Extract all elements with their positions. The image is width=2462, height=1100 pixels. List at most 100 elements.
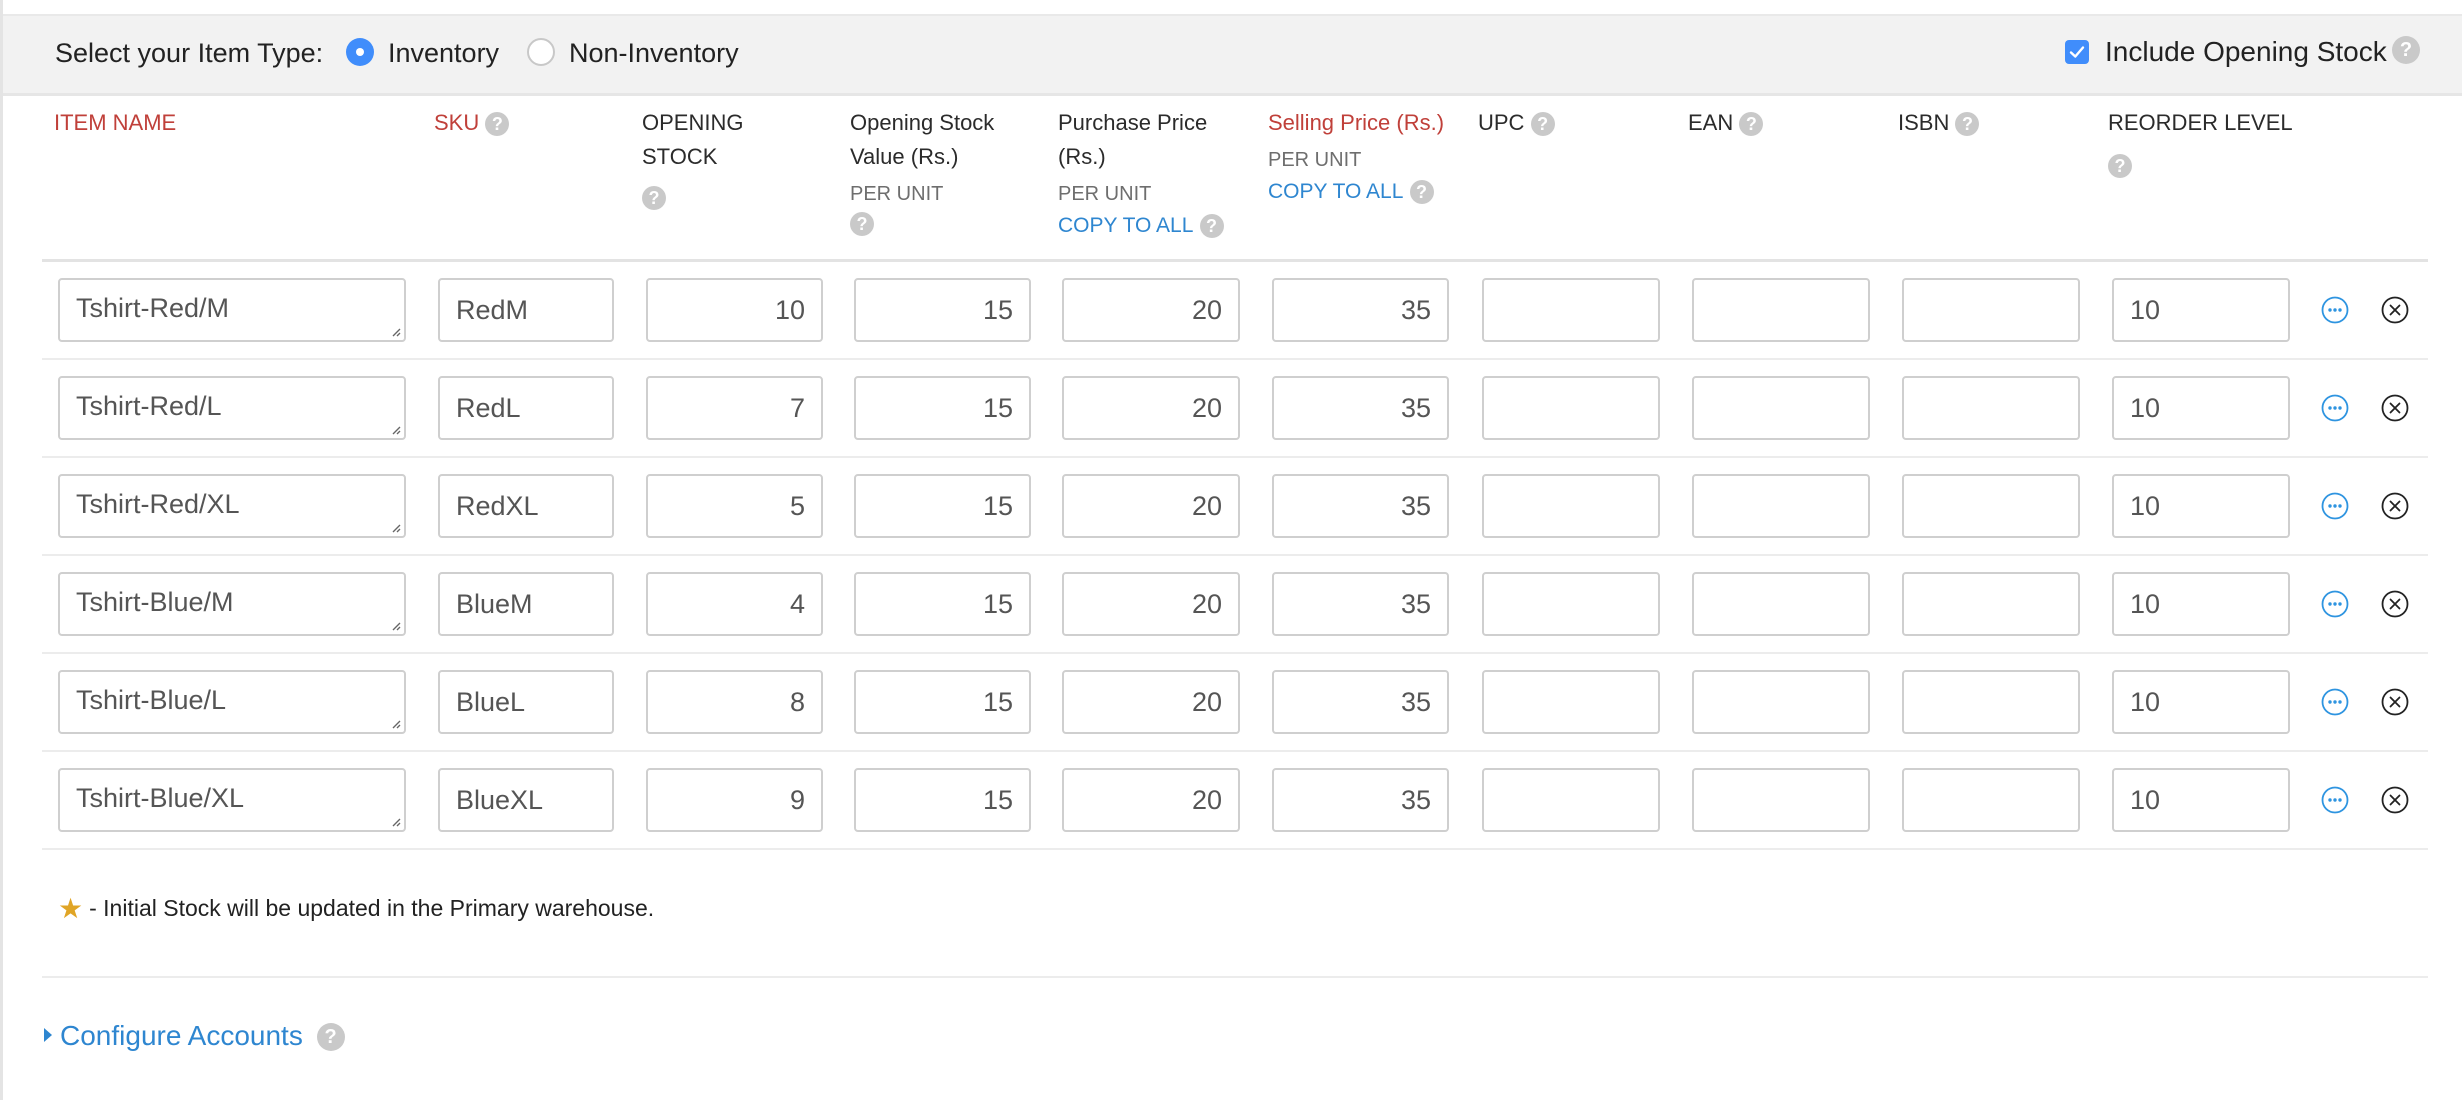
opening-stock-value-input[interactable]: 15: [854, 376, 1031, 440]
help-icon[interactable]: ?: [1409, 180, 1434, 205]
more-options-icon[interactable]: [2321, 688, 2349, 716]
help-icon[interactable]: ?: [2108, 154, 2132, 179]
selling-price-input[interactable]: 35: [1272, 278, 1449, 342]
sku-input[interactable]: BlueXL: [438, 768, 614, 832]
help-icon[interactable]: ?: [1739, 112, 1764, 137]
opening-stock-value-input[interactable]: 15: [854, 474, 1031, 538]
more-options-icon[interactable]: [2321, 492, 2349, 520]
opening-stock-value-input[interactable]: 15: [854, 572, 1031, 636]
purchase-price-input[interactable]: 20: [1062, 278, 1240, 342]
upc-input[interactable]: [1482, 572, 1660, 636]
include-opening-stock-label[interactable]: Include Opening Stock: [2105, 36, 2387, 68]
isbn-input[interactable]: [1902, 768, 2080, 832]
sku-input[interactable]: BlueL: [438, 670, 614, 734]
radio-non-inventory[interactable]: [527, 38, 555, 66]
remove-row-icon[interactable]: [2381, 688, 2409, 716]
radio-inventory-label[interactable]: Inventory: [388, 38, 499, 69]
reorder-level-input[interactable]: 10: [2112, 376, 2290, 440]
reorder-level-input[interactable]: 10: [2112, 768, 2290, 832]
item-name-input[interactable]: Tshirt-Blue/M: [58, 572, 406, 636]
opening-stock-input[interactable]: 4: [646, 572, 823, 636]
ean-input[interactable]: [1692, 376, 1870, 440]
help-icon[interactable]: ?: [1530, 112, 1555, 137]
more-options-icon[interactable]: [2321, 786, 2349, 814]
upc-input[interactable]: [1482, 768, 1660, 832]
ean-input[interactable]: [1692, 572, 1870, 636]
column-header-label: OPENING: [642, 110, 744, 135]
sku-input[interactable]: BlueM: [438, 572, 614, 636]
opening-stock-input[interactable]: 8: [646, 670, 823, 734]
reorder-level-input[interactable]: 10: [2112, 474, 2290, 538]
help-icon[interactable]: ?: [1955, 112, 1980, 137]
remove-row-icon[interactable]: [2381, 590, 2409, 618]
item-name-input[interactable]: Tshirt-Red/M: [58, 278, 406, 342]
ean-input[interactable]: [1692, 670, 1870, 734]
resize-handle-icon[interactable]: [389, 815, 401, 827]
opening-stock-value-input[interactable]: 15: [854, 278, 1031, 342]
sku-input[interactable]: RedXL: [438, 474, 614, 538]
help-icon[interactable]: ?: [642, 186, 666, 211]
help-icon[interactable]: ?: [316, 1023, 345, 1051]
more-options-icon[interactable]: [2321, 590, 2349, 618]
isbn-input[interactable]: [1902, 278, 2080, 342]
purchase-price-input[interactable]: 20: [1062, 474, 1240, 538]
upc-input[interactable]: [1482, 376, 1660, 440]
include-opening-stock-checkbox[interactable]: [2065, 40, 2089, 64]
upc-input[interactable]: [1482, 278, 1660, 342]
resize-handle-icon[interactable]: [389, 521, 401, 533]
radio-non-inventory-label[interactable]: Non-Inventory: [569, 38, 739, 69]
item-name-input[interactable]: Tshirt-Blue/XL: [58, 768, 406, 832]
configure-accounts-toggle[interactable]: Configure Accounts ?: [44, 1020, 345, 1052]
resize-handle-icon[interactable]: [389, 619, 401, 631]
help-icon[interactable]: ?: [2392, 36, 2420, 64]
reorder-level-input[interactable]: 10: [2112, 670, 2290, 734]
ean-input[interactable]: [1692, 768, 1870, 832]
purchase-price-input[interactable]: 20: [1062, 768, 1240, 832]
opening-stock-value-input[interactable]: 15: [854, 768, 1031, 832]
more-options-icon[interactable]: [2321, 394, 2349, 422]
purchase-price-input[interactable]: 20: [1062, 572, 1240, 636]
opening-stock-input[interactable]: 10: [646, 278, 823, 342]
ean-input[interactable]: [1692, 474, 1870, 538]
reorder-level-input[interactable]: 10: [2112, 278, 2290, 342]
selling-price-input[interactable]: 35: [1272, 474, 1449, 538]
resize-handle-icon[interactable]: [389, 423, 401, 435]
selling-price-input[interactable]: 35: [1272, 670, 1449, 734]
ean-input[interactable]: [1692, 278, 1870, 342]
purchase-price-input[interactable]: 20: [1062, 670, 1240, 734]
upc-input[interactable]: [1482, 474, 1660, 538]
remove-row-icon[interactable]: [2381, 492, 2409, 520]
selling-price-input[interactable]: 35: [1272, 768, 1449, 832]
sku-input[interactable]: RedL: [438, 376, 614, 440]
copy-to-all-purchase-link[interactable]: COPY TO ALL: [1058, 214, 1193, 237]
item-name-input[interactable]: Tshirt-Blue/L: [58, 670, 406, 734]
item-name-input[interactable]: Tshirt-Red/XL: [58, 474, 406, 538]
resize-handle-icon[interactable]: [389, 717, 401, 729]
reorder-level-input[interactable]: 10: [2112, 572, 2290, 636]
isbn-input[interactable]: [1902, 376, 2080, 440]
remove-row-icon[interactable]: [2381, 394, 2409, 422]
configure-accounts-label[interactable]: Configure Accounts: [60, 1020, 303, 1051]
radio-inventory[interactable]: [346, 38, 374, 66]
opening-stock-input[interactable]: 5: [646, 474, 823, 538]
help-icon[interactable]: ?: [850, 212, 874, 237]
isbn-input[interactable]: [1902, 474, 2080, 538]
opening-stock-input[interactable]: 9: [646, 768, 823, 832]
resize-handle-icon[interactable]: [389, 325, 401, 337]
isbn-input[interactable]: [1902, 670, 2080, 734]
isbn-input[interactable]: [1902, 572, 2080, 636]
more-options-icon[interactable]: [2321, 296, 2349, 324]
opening-stock-input[interactable]: 7: [646, 376, 823, 440]
copy-to-all-selling-link[interactable]: COPY TO ALL: [1268, 180, 1403, 203]
selling-price-input[interactable]: 35: [1272, 572, 1449, 636]
remove-row-icon[interactable]: [2381, 296, 2409, 324]
sku-input[interactable]: RedM: [438, 278, 614, 342]
help-icon[interactable]: ?: [485, 112, 510, 137]
item-name-input[interactable]: Tshirt-Red/L: [58, 376, 406, 440]
selling-price-input[interactable]: 35: [1272, 376, 1449, 440]
remove-row-icon[interactable]: [2381, 786, 2409, 814]
purchase-price-input[interactable]: 20: [1062, 376, 1240, 440]
opening-stock-value-input[interactable]: 15: [854, 670, 1031, 734]
upc-input[interactable]: [1482, 670, 1660, 734]
help-icon[interactable]: ?: [1199, 214, 1224, 239]
